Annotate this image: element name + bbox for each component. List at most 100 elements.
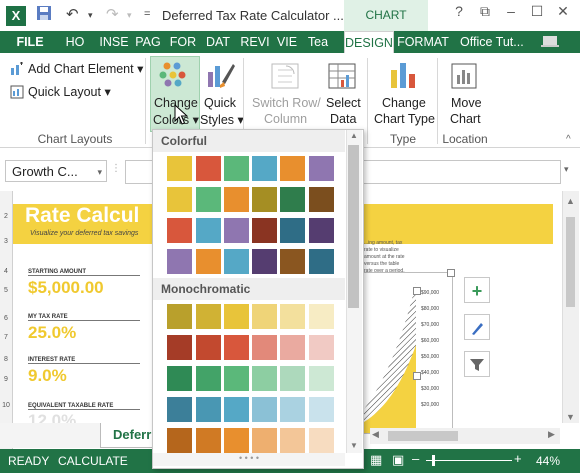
colorful-palette-swatch[interactable] xyxy=(309,156,334,181)
colorful-palette-swatch[interactable] xyxy=(196,156,221,181)
monochromatic-palette-swatch[interactable] xyxy=(224,397,249,422)
restore-ribbon-icon[interactable]: ⧉ xyxy=(472,3,498,20)
formula-input-right[interactable] xyxy=(362,160,561,184)
starting-amount-value[interactable]: $5,000.00 xyxy=(28,278,104,298)
quick-styles-button[interactable]: Styles ▾ xyxy=(200,112,244,127)
move-chart-label[interactable]: Move xyxy=(451,96,482,110)
close-icon[interactable]: ✕ xyxy=(550,3,576,20)
tab-file[interactable]: FILE xyxy=(10,31,50,53)
expand-formula-bar-icon[interactable]: ▾ xyxy=(564,164,569,175)
monochromatic-palette-swatch[interactable] xyxy=(280,335,305,360)
colorful-palette-swatch[interactable] xyxy=(196,218,221,243)
monochromatic-palette-swatch[interactable] xyxy=(280,304,305,329)
monochromatic-palette-swatch[interactable] xyxy=(167,304,192,329)
undo-dropdown-icon[interactable]: ▾ xyxy=(88,10,93,21)
chart-filters-funnel-icon[interactable] xyxy=(464,351,490,377)
tab-design[interactable]: DESIGN xyxy=(344,31,394,54)
colorful-palette-swatch[interactable] xyxy=(280,156,305,181)
row-number[interactable]: 5 xyxy=(0,287,12,294)
colorful-palette-swatch[interactable] xyxy=(167,218,192,243)
monochromatic-palette-swatch[interactable] xyxy=(252,304,277,329)
tab-view[interactable]: VIE xyxy=(274,31,300,53)
row-number[interactable]: 6 xyxy=(0,315,12,322)
vertical-scroll-thumb[interactable] xyxy=(566,217,575,307)
zoom-level[interactable]: 44% xyxy=(536,454,560,468)
colorful-palette-swatch[interactable] xyxy=(224,156,249,181)
monochromatic-palette-swatch[interactable] xyxy=(224,428,249,453)
colorful-palette-swatch[interactable] xyxy=(196,249,221,274)
monochromatic-palette-swatch[interactable] xyxy=(309,397,334,422)
monochromatic-palette-swatch[interactable] xyxy=(167,428,192,453)
monochromatic-palette-swatch[interactable] xyxy=(309,428,334,453)
gallery-scroll-up-icon[interactable]: ▲ xyxy=(350,131,358,140)
add-chart-element-button[interactable]: Add Chart Element ▾ xyxy=(28,61,143,76)
select-data-label[interactable]: Select xyxy=(326,96,361,110)
colorful-palette-swatch[interactable] xyxy=(280,249,305,274)
scroll-down-arrow-icon[interactable]: ▼ xyxy=(566,412,575,422)
normal-view-icon[interactable]: ▦ xyxy=(370,452,382,468)
help-icon[interactable]: ? xyxy=(446,3,472,19)
monochromatic-palette-swatch[interactable] xyxy=(280,366,305,391)
colorful-palette-swatch[interactable] xyxy=(167,249,192,274)
formula-input[interactable] xyxy=(125,160,153,184)
account-avatar-icon[interactable] xyxy=(540,34,562,49)
horizontal-scroll-thumb[interactable] xyxy=(388,431,458,441)
colorful-palette-swatch[interactable] xyxy=(280,187,305,212)
row-number[interactable]: 8 xyxy=(0,356,12,363)
colorful-palette-swatch[interactable] xyxy=(309,218,334,243)
name-box[interactable]: Growth C... ▾ xyxy=(5,160,107,182)
tab-review[interactable]: REVI xyxy=(238,31,272,53)
colorful-palette-swatch[interactable] xyxy=(224,249,249,274)
scroll-up-arrow-icon[interactable]: ▲ xyxy=(566,196,575,206)
colorful-palette-swatch[interactable] xyxy=(252,156,277,181)
monochromatic-palette-swatch[interactable] xyxy=(196,335,221,360)
move-chart-label-2[interactable]: Chart xyxy=(450,112,481,126)
collapse-ribbon-icon[interactable]: ^ xyxy=(566,134,571,145)
horizontal-scrollbar[interactable] xyxy=(370,428,560,444)
monochromatic-palette-swatch[interactable] xyxy=(196,366,221,391)
gallery-scroll-down-icon[interactable]: ▼ xyxy=(350,441,358,450)
colorful-palette-swatch[interactable] xyxy=(252,249,277,274)
save-icon[interactable] xyxy=(36,5,52,25)
monochromatic-palette-swatch[interactable] xyxy=(280,428,305,453)
quick-layout-button[interactable]: Quick Layout ▾ xyxy=(28,84,111,99)
monochromatic-palette-swatch[interactable] xyxy=(252,397,277,422)
scroll-right-arrow-icon[interactable]: ▶ xyxy=(548,429,555,440)
tab-home[interactable]: HO xyxy=(61,31,89,53)
row-number[interactable]: 9 xyxy=(0,376,12,383)
monochromatic-palette-swatch[interactable] xyxy=(309,304,334,329)
maximize-icon[interactable]: ☐ xyxy=(524,3,550,20)
select-data-label-2[interactable]: Data xyxy=(330,112,356,126)
monochromatic-palette-swatch[interactable] xyxy=(309,335,334,360)
colorful-palette-swatch[interactable] xyxy=(167,156,192,181)
tab-page-layout[interactable]: PAG xyxy=(133,31,163,53)
chart-styles-brush-icon[interactable] xyxy=(464,314,490,340)
colorful-palette-swatch[interactable] xyxy=(309,249,334,274)
change-chart-type-icon[interactable] xyxy=(389,60,417,93)
chart-elements-plus-icon[interactable]: + xyxy=(464,277,490,303)
monochromatic-palette-swatch[interactable] xyxy=(252,366,277,391)
chart-resize-handle[interactable] xyxy=(413,287,421,295)
row-number[interactable]: 4 xyxy=(0,268,12,275)
monochromatic-palette-swatch[interactable] xyxy=(252,428,277,453)
monochromatic-palette-swatch[interactable] xyxy=(167,397,192,422)
row-number[interactable]: 10 xyxy=(0,402,12,409)
monochromatic-palette-swatch[interactable] xyxy=(224,366,249,391)
monochromatic-palette-swatch[interactable] xyxy=(224,335,249,360)
vertical-scrollbar[interactable] xyxy=(562,191,579,423)
scroll-left-arrow-icon[interactable]: ◀ xyxy=(372,429,379,440)
colorful-palette-swatch[interactable] xyxy=(224,218,249,243)
gallery-resize-grip-icon[interactable]: • • • • xyxy=(153,453,345,466)
colorful-palette-swatch[interactable] xyxy=(224,187,249,212)
monochromatic-palette-swatch[interactable] xyxy=(309,366,334,391)
sheet-tab-label[interactable]: Deferr xyxy=(113,427,151,442)
change-chart-type-label[interactable]: Change xyxy=(382,96,426,110)
gallery-scroll-thumb[interactable] xyxy=(348,145,359,308)
select-data-icon[interactable] xyxy=(327,62,357,93)
colorful-palette-swatch[interactable] xyxy=(167,187,192,212)
chart-resize-handle[interactable] xyxy=(413,372,421,380)
zoom-slider[interactable] xyxy=(426,460,512,461)
undo-icon[interactable]: ↶ xyxy=(66,5,79,23)
zoom-slider-thumb[interactable] xyxy=(432,455,435,466)
tax-rate-value[interactable]: 25.0% xyxy=(28,323,76,343)
